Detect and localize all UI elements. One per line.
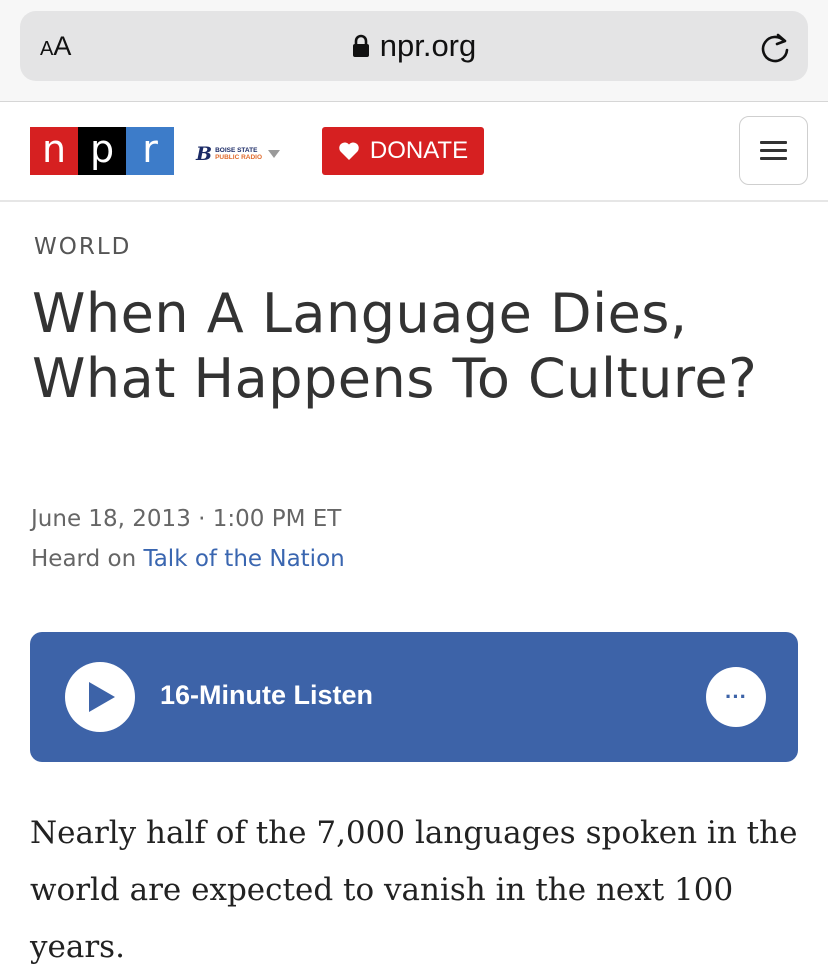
lock-icon	[352, 34, 369, 57]
address-bar[interactable]: AA npr.org	[20, 11, 808, 81]
station-selector[interactable]: B BOISE STATE PUBLIC RADIO	[196, 143, 281, 165]
more-options-button[interactable]: ···	[706, 667, 766, 727]
menu-button[interactable]	[739, 116, 808, 185]
npr-logo[interactable]: n p r	[30, 127, 174, 175]
dropdown-arrow-icon	[268, 150, 281, 158]
program-link[interactable]: Talk of the Nation	[143, 546, 344, 572]
article-body-paragraph: Nearly half of the 7,000 languages spoke…	[30, 815, 798, 965]
hamburger-line	[760, 157, 787, 160]
station-name-line2: PUBLIC RADIO	[215, 154, 263, 161]
browser-toolbar: AA npr.org	[0, 0, 828, 102]
hamburger-line	[760, 149, 787, 152]
heard-on-line: Heard on Talk of the Nation	[31, 546, 345, 572]
play-button[interactable]	[65, 662, 135, 732]
logo-letter-r: r	[126, 127, 174, 175]
section-label[interactable]: WORLD	[34, 234, 131, 260]
url-text: npr.org	[379, 28, 477, 63]
audio-player: 16-Minute Listen ···	[30, 632, 798, 762]
listen-duration-label: 16-Minute Listen	[160, 680, 374, 710]
heard-prefix: Heard on	[31, 546, 137, 572]
logo-letter-p: p	[78, 127, 126, 175]
donate-label: DONATE	[369, 137, 469, 164]
station-name-line1: BOISE STATE	[215, 147, 258, 154]
hamburger-icon	[760, 141, 787, 144]
play-icon	[89, 682, 115, 712]
article-title: When A Language Dies, What Happens To Cu…	[32, 282, 758, 410]
site-header: n p r B BOISE STATE PUBLIC RADIO DONATE	[0, 102, 828, 202]
heart-icon	[338, 141, 360, 161]
reload-icon[interactable]	[758, 29, 792, 65]
article-dateline: June 18, 2013 · 1:00 PM ET	[31, 506, 342, 532]
station-logo-icon: B	[196, 143, 213, 165]
logo-letter-n: n	[30, 127, 78, 175]
url-display[interactable]: npr.org	[20, 28, 808, 64]
donate-button[interactable]: DONATE	[322, 127, 484, 175]
